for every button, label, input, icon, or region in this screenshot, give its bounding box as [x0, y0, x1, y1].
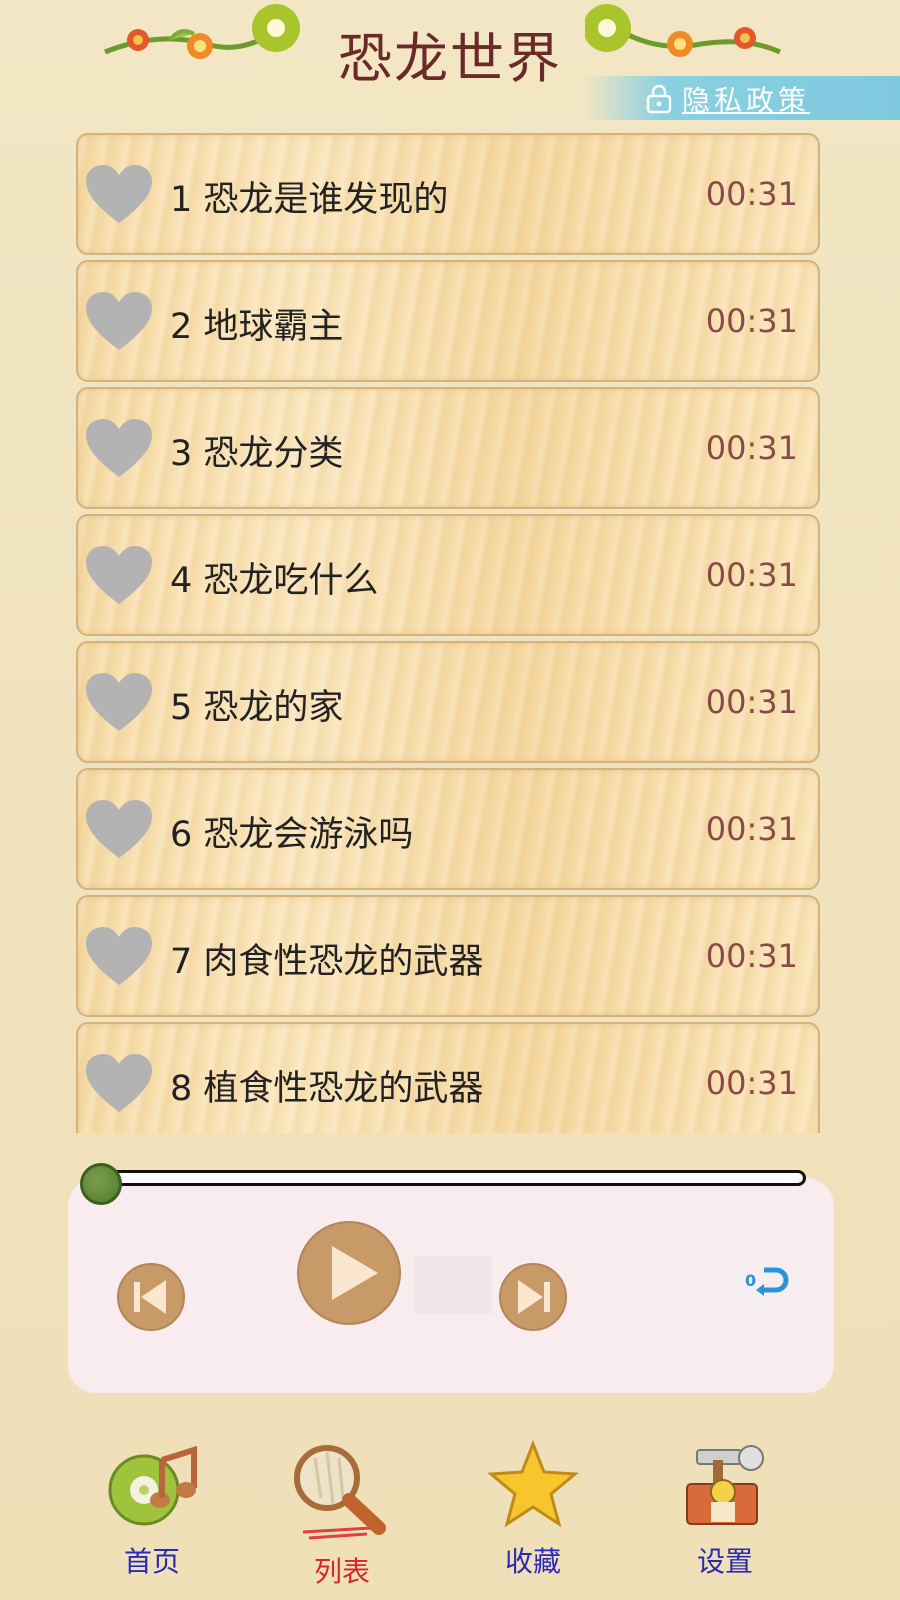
privacy-policy-link[interactable]: 隐私政策 — [585, 76, 900, 120]
flower-vine-right-decoration — [585, 4, 782, 57]
nav-home-label: 首页 — [123, 1545, 180, 1578]
loop-mode-button[interactable]: 0 — [732, 1244, 802, 1314]
list-item-duration: 00:31 — [705, 175, 798, 213]
list-item[interactable]: 1 恐龙是谁发现的 00:31 — [76, 133, 820, 255]
progress-slider-handle[interactable] — [80, 1163, 122, 1205]
nav-home[interactable]: 首页 — [82, 1440, 222, 1580]
privacy-policy-label: 隐私政策 — [682, 84, 811, 117]
tools-icon — [686, 1445, 764, 1525]
list-item-title: 1 恐龙是谁发现的 — [170, 180, 449, 220]
episode-list[interactable]: 1 恐龙是谁发现的 00:31 2 地球霸主 00:31 3 恐龙分类 00:3… — [76, 133, 824, 1133]
list-item-title: 2 地球霸主 — [170, 307, 344, 347]
list-item[interactable]: 4 恐龙吃什么 00:31 — [76, 514, 820, 636]
list-item-title: 8 植食性恐龙的武器 — [170, 1069, 484, 1109]
star-icon — [487, 1439, 579, 1528]
list-item-duration: 00:31 — [705, 302, 798, 340]
progress-slider-track[interactable] — [98, 1170, 806, 1186]
list-item[interactable]: 3 恐龙分类 00:31 — [76, 387, 820, 509]
list-item[interactable]: 2 地球霸主 00:31 — [76, 260, 820, 382]
previous-button[interactable] — [116, 1262, 186, 1332]
player-spacer — [414, 1256, 492, 1314]
list-item-duration: 00:31 — [705, 810, 798, 848]
list-item-title: 7 肉食性恐龙的武器 — [170, 942, 484, 982]
list-item-duration: 00:31 — [705, 429, 798, 467]
heart-icon[interactable] — [84, 163, 154, 227]
lock-icon — [646, 84, 672, 114]
heart-icon[interactable] — [84, 544, 154, 608]
heart-icon[interactable] — [84, 417, 154, 481]
list-item-duration: 00:31 — [705, 683, 798, 721]
list-item-title: 5 恐龙的家 — [170, 688, 344, 728]
nav-settings[interactable]: 设置 — [655, 1440, 795, 1580]
heart-icon[interactable] — [84, 798, 154, 862]
list-item-title: 4 恐龙吃什么 — [170, 561, 379, 601]
play-button[interactable] — [296, 1220, 402, 1326]
header: 恐龙世界 隐私政策 — [0, 0, 900, 125]
list-item-title: 3 恐龙分类 — [170, 434, 344, 474]
list-item-duration: 00:31 — [705, 556, 798, 594]
magnifier-icon — [294, 1445, 386, 1540]
list-item[interactable]: 7 肉食性恐龙的武器 00:31 — [76, 895, 820, 1017]
list-item-duration: 00:31 — [705, 937, 798, 975]
list-item-title: 6 恐龙会游泳吗 — [170, 815, 414, 855]
loop-mode-badge: 0 — [745, 1271, 756, 1290]
nav-list-label: 列表 — [313, 1555, 370, 1588]
nav-list[interactable]: 列表 — [272, 1440, 412, 1590]
music-disc-icon — [108, 1445, 197, 1526]
heart-icon[interactable] — [84, 290, 154, 354]
list-item-duration: 00:31 — [705, 1064, 798, 1102]
nav-settings-label: 设置 — [696, 1545, 753, 1578]
heart-icon[interactable] — [84, 1052, 154, 1116]
list-item[interactable]: 6 恐龙会游泳吗 00:31 — [76, 768, 820, 890]
list-item[interactable]: 5 恐龙的家 00:31 — [76, 641, 820, 763]
nav-favorites-label: 收藏 — [504, 1545, 561, 1578]
heart-icon[interactable] — [84, 925, 154, 989]
next-button[interactable] — [498, 1262, 568, 1332]
heart-icon[interactable] — [84, 671, 154, 735]
nav-favorites[interactable]: 收藏 — [463, 1439, 603, 1580]
list-item[interactable]: 8 植食性恐龙的武器 00:31 — [76, 1022, 820, 1133]
